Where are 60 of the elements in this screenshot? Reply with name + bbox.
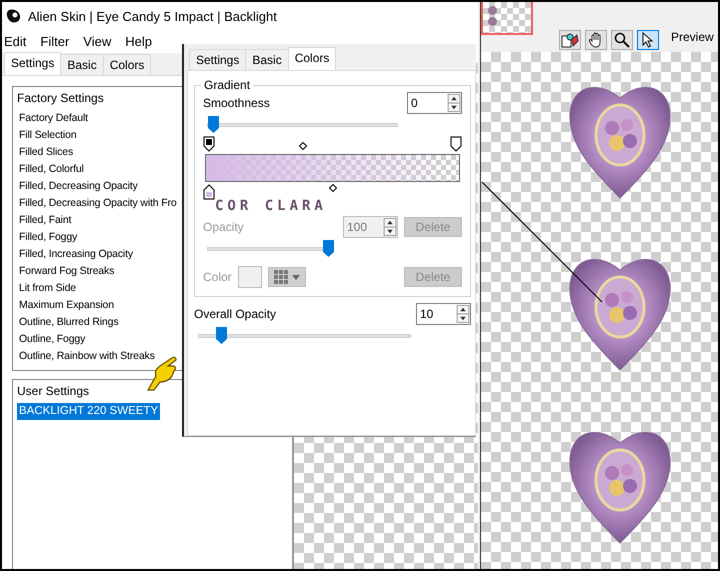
opacity-stop-icon[interactable]	[203, 184, 215, 200]
color-stop-icon[interactable]	[203, 136, 215, 152]
menu-item[interactable]: View	[83, 34, 112, 49]
list-item[interactable]: Filled, Foggy	[17, 229, 80, 246]
menu-item[interactable]: Edit	[4, 34, 26, 49]
list-item[interactable]: Filled Slices	[17, 144, 76, 161]
overall-opacity-label: Overall Opacity	[194, 307, 276, 321]
search-icon	[614, 32, 630, 48]
tool-button[interactable]	[637, 30, 659, 50]
color-picker-icon	[561, 32, 579, 48]
tool-button[interactable]	[611, 30, 633, 50]
preview-label: Preview	[671, 30, 714, 46]
tab[interactable]: Colors	[102, 54, 152, 75]
overall-opacity-field[interactable]: 10	[416, 303, 471, 325]
midpoint-icon[interactable]	[299, 142, 307, 150]
spin-arrows-icon[interactable]	[447, 94, 461, 112]
slider-thumb[interactable]	[216, 327, 227, 344]
slider-thumb[interactable]	[208, 116, 219, 133]
midpoint-icon[interactable]	[329, 184, 337, 192]
gradient-bar[interactable]	[205, 154, 460, 182]
list-item[interactable]: BACKLIGHT 220 SWEETY	[17, 403, 160, 420]
navigator-thumbnail[interactable]	[481, 2, 533, 35]
tool-button[interactable]	[585, 30, 607, 50]
annotation-text: COR CLARA	[215, 198, 328, 214]
list-item[interactable]: Fill Selection	[17, 127, 78, 144]
smoothness-field[interactable]: 0	[407, 92, 462, 114]
opacity-label: Opacity	[203, 220, 244, 234]
tab[interactable]: Colors	[288, 47, 336, 70]
menu-item[interactable]: Filter	[40, 34, 70, 49]
tool-button[interactable]	[559, 30, 581, 50]
cursor-icon	[642, 32, 654, 48]
list-item[interactable]: Outline, Blurred Rings	[17, 314, 120, 331]
list-item[interactable]: Filled, Colorful	[17, 161, 86, 178]
list-item[interactable]: Forward Fog Streaks	[17, 263, 116, 280]
tab[interactable]: Settings	[189, 49, 246, 70]
group-title: Gradient	[201, 78, 254, 92]
list-item[interactable]: Filled, Increasing Opacity	[17, 246, 135, 263]
app-logo-icon	[6, 8, 22, 24]
color-label: Color	[203, 270, 232, 284]
spin-arrows-icon[interactable]	[456, 305, 470, 323]
list-item[interactable]: Lit from Side	[17, 280, 78, 297]
color-stop-icon[interactable]	[450, 136, 462, 152]
color-swatch[interactable]	[238, 266, 262, 288]
list-item[interactable]: Factory Default	[17, 110, 90, 127]
spin-arrows-icon[interactable]	[383, 218, 397, 236]
smoothness-label: Smoothness	[203, 96, 270, 110]
list-heading: Factory Settings	[17, 91, 104, 105]
caret-icon	[292, 274, 300, 280]
list-item[interactable]: Filled, Decreasing Opacity with Fro	[17, 195, 179, 212]
list-heading: User Settings	[17, 384, 90, 398]
list-item[interactable]: Outline, Rainbow with Streaks	[17, 348, 157, 365]
list-item[interactable]: Maximum Expansion	[17, 297, 116, 314]
tab[interactable]: Settings	[4, 52, 62, 75]
window-title: Alien Skin | Eye Candy 5 Impact | Backlight	[28, 8, 277, 24]
list-item[interactable]: Filled, Decreasing Opacity	[17, 178, 140, 195]
menu-item[interactable]: Help	[125, 34, 152, 49]
palette-dropdown[interactable]	[268, 267, 306, 287]
grid-icon	[274, 270, 288, 284]
list-item[interactable]: Outline, Foggy	[17, 331, 88, 348]
list-item[interactable]: Filled, Faint	[17, 212, 74, 229]
